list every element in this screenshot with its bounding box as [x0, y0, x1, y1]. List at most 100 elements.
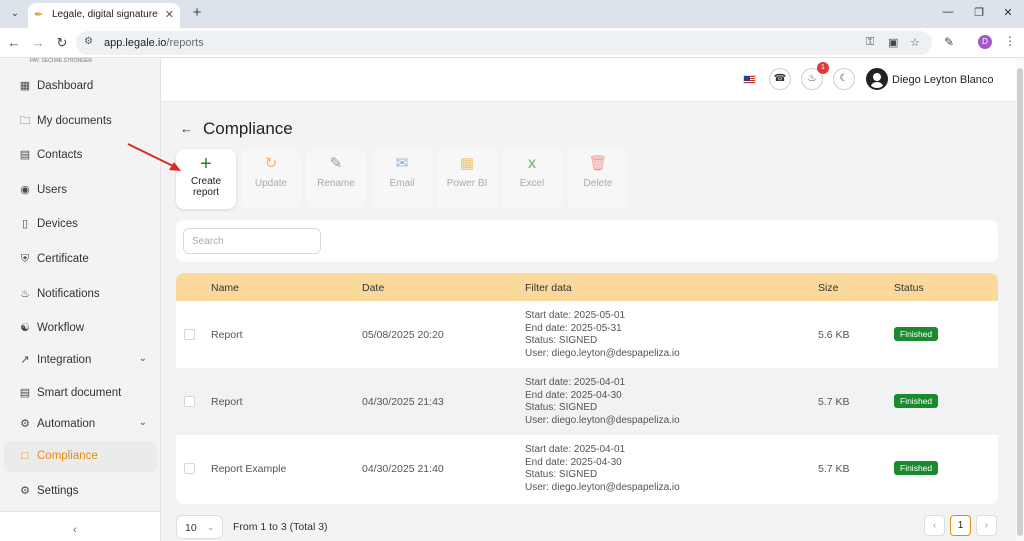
tab-close-icon[interactable]: ✕	[165, 8, 174, 21]
prev-page-icon[interactable]: ‹	[924, 515, 945, 536]
back-nav-icon[interactable]: ←	[6, 35, 22, 50]
sidebar-item-label: Smart document	[37, 387, 122, 399]
theme-toggle-icon[interactable]: ☾	[833, 68, 855, 90]
omnibox[interactable]: ⚙ app.legale.io/reports ⚿ ▣ ☆	[76, 31, 932, 55]
scrollbar-thumb[interactable]	[1017, 68, 1023, 536]
avatar[interactable]	[866, 68, 888, 90]
row-checkbox[interactable]	[184, 463, 195, 474]
integration-icon: ↗	[20, 354, 30, 366]
device-icon: ▯	[21, 218, 29, 230]
sidebar-item-label: Certificate	[37, 253, 89, 265]
sidebar-item-label: Compliance	[37, 450, 98, 462]
sidebar-item-settings[interactable]: ⚙ Settings	[4, 476, 157, 507]
page-size-value: 10	[185, 522, 197, 534]
page-scrollbar[interactable]	[1016, 58, 1024, 541]
chevron-down-icon: ⌄	[207, 522, 215, 532]
sidebar-item-label: Integration	[37, 354, 92, 366]
top-header: ☎ ♨ 1 ☾ Diego Leyton Blanco	[161, 58, 1016, 102]
column-header-status[interactable]: Status	[894, 282, 924, 294]
tab-search-chevron-icon[interactable]: ⌄	[6, 5, 24, 23]
sidebar-item-workflow[interactable]: ☯ Workflow	[4, 313, 157, 344]
sidebar-item-integration[interactable]: ↗ Integration ⌄	[4, 345, 157, 376]
email-button[interactable]: ✉ Email	[372, 149, 432, 209]
status-badge: Finished	[894, 327, 939, 341]
sidebar-item-automation[interactable]: ⚙ Automation ⌄	[4, 409, 157, 440]
user-name[interactable]: Diego Leyton Blanco	[892, 74, 994, 86]
browser-menu-icon[interactable]: ⋮	[1004, 34, 1016, 48]
powerbi-label: Power BI	[446, 178, 488, 189]
column-header-name[interactable]: Name	[211, 282, 239, 294]
rename-label: Rename	[317, 178, 355, 189]
automation-icon: ⚙	[20, 418, 30, 430]
sidebar: PAY. SECURE.STRONGER ▦ Dashboard 🗀 My do…	[0, 58, 161, 541]
pagination-range: From 1 to 3 (Total 3)	[233, 521, 328, 533]
forward-nav-icon[interactable]: →	[30, 35, 46, 50]
filter-end-date: End date: 2025-05-31	[525, 322, 622, 334]
site-info-icon[interactable]: ⚙	[84, 36, 93, 47]
page-number-button[interactable]: 1	[950, 515, 971, 536]
excel-button[interactable]: X Excel	[502, 149, 562, 209]
delete-button[interactable]: 🗑 Delete	[568, 149, 628, 209]
gear-icon: ⚙	[20, 485, 30, 497]
tab-title: Legale, digital signature	[52, 9, 158, 20]
extensions-icon[interactable]: ✎	[944, 35, 954, 49]
cell-date: 04/30/2025 21:43	[362, 396, 444, 408]
sidebar-item-users[interactable]: ◉ Users	[4, 175, 157, 206]
cell-size: 5.6 KB	[818, 329, 850, 341]
row-checkbox[interactable]	[184, 396, 195, 407]
table-row[interactable]: Report 04/30/2025 21:43 Start date: 2025…	[176, 368, 998, 435]
folder-icon: 🗀	[19, 115, 31, 127]
cell-filter-data: Start date: 2025-04-01 End date: 2025-04…	[525, 444, 680, 494]
us-flag-icon[interactable]	[743, 75, 756, 84]
reload-icon[interactable]: ↻	[54, 35, 70, 51]
sidebar-item-devices[interactable]: ▯ Devices	[4, 209, 157, 240]
sidebar-item-smart-document[interactable]: ▤ Smart document	[4, 378, 157, 409]
support-headset-icon[interactable]: ☎	[769, 68, 791, 90]
table-row[interactable]: Report 05/08/2025 20:20 Start date: 2025…	[176, 301, 998, 368]
powerbi-button[interactable]: ▦ Power BI	[437, 149, 497, 209]
minimize-icon[interactable]: —	[941, 6, 955, 18]
bookmark-star-icon[interactable]: ☆	[910, 36, 920, 49]
smart-document-icon: ▤	[19, 387, 31, 399]
sidebar-item-dashboard[interactable]: ▦ Dashboard	[4, 71, 157, 102]
password-key-icon[interactable]: ⚿	[866, 36, 874, 49]
rename-button[interactable]: ✎ Rename	[306, 149, 366, 209]
profile-avatar[interactable]: D	[978, 35, 992, 49]
main-content: ← Compliance + Create report ↻ Update ✎ R…	[161, 102, 1016, 541]
collapse-sidebar-icon[interactable]: ‹	[73, 524, 77, 536]
column-header-date[interactable]: Date	[362, 282, 384, 294]
filter-status: Status: SIGNED	[525, 335, 598, 346]
browser-tab[interactable]: ✒ Legale, digital signature ✕	[28, 3, 180, 28]
sidebar-item-my-documents[interactable]: 🗀 My documents	[4, 106, 157, 137]
column-header-size[interactable]: Size	[818, 282, 838, 294]
excel-icon: X	[527, 157, 536, 171]
sidebar-item-compliance[interactable]: □ Compliance	[4, 441, 157, 472]
search-card	[176, 220, 998, 262]
sidebar-item-label: Notifications	[37, 288, 100, 300]
update-button[interactable]: ↻ Update	[241, 149, 301, 209]
filter-end-date: End date: 2025-04-30	[525, 456, 622, 468]
filter-start-date: Start date: 2025-05-01	[525, 310, 626, 321]
search-input[interactable]	[183, 228, 321, 254]
restore-icon[interactable]: ❐	[972, 6, 986, 19]
filter-end-date: End date: 2025-04-30	[525, 389, 622, 401]
back-arrow-icon[interactable]: ←	[180, 121, 193, 136]
cell-name: Report	[211, 329, 243, 341]
next-page-icon[interactable]: ›	[976, 515, 997, 536]
cast-icon[interactable]: ▣	[888, 36, 898, 49]
row-checkbox[interactable]	[184, 329, 195, 340]
new-tab-icon[interactable]: +	[188, 4, 206, 21]
status-badge: Finished	[894, 394, 939, 408]
sidebar-item-label: Users	[37, 184, 68, 196]
page-size-select[interactable]: 10 ⌄	[176, 515, 223, 539]
sidebar-item-label: Devices	[37, 218, 78, 230]
create-report-button[interactable]: + Create report	[176, 149, 236, 209]
sidebar-item-certificate[interactable]: ⛨ Certificate	[4, 244, 157, 275]
bell-icon: ♨	[20, 288, 30, 300]
sidebar-item-notifications[interactable]: ♨ Notifications	[4, 279, 157, 310]
logo-tagline: PAY. SECURE.STRONGER	[30, 58, 92, 64]
window-close-icon[interactable]: ✕	[1001, 6, 1015, 19]
url-text[interactable]: app.legale.io/reports	[104, 37, 204, 49]
table-row[interactable]: Report Example 04/30/2025 21:40 Start da…	[176, 435, 998, 502]
filter-status: Status: SIGNED	[525, 469, 598, 480]
